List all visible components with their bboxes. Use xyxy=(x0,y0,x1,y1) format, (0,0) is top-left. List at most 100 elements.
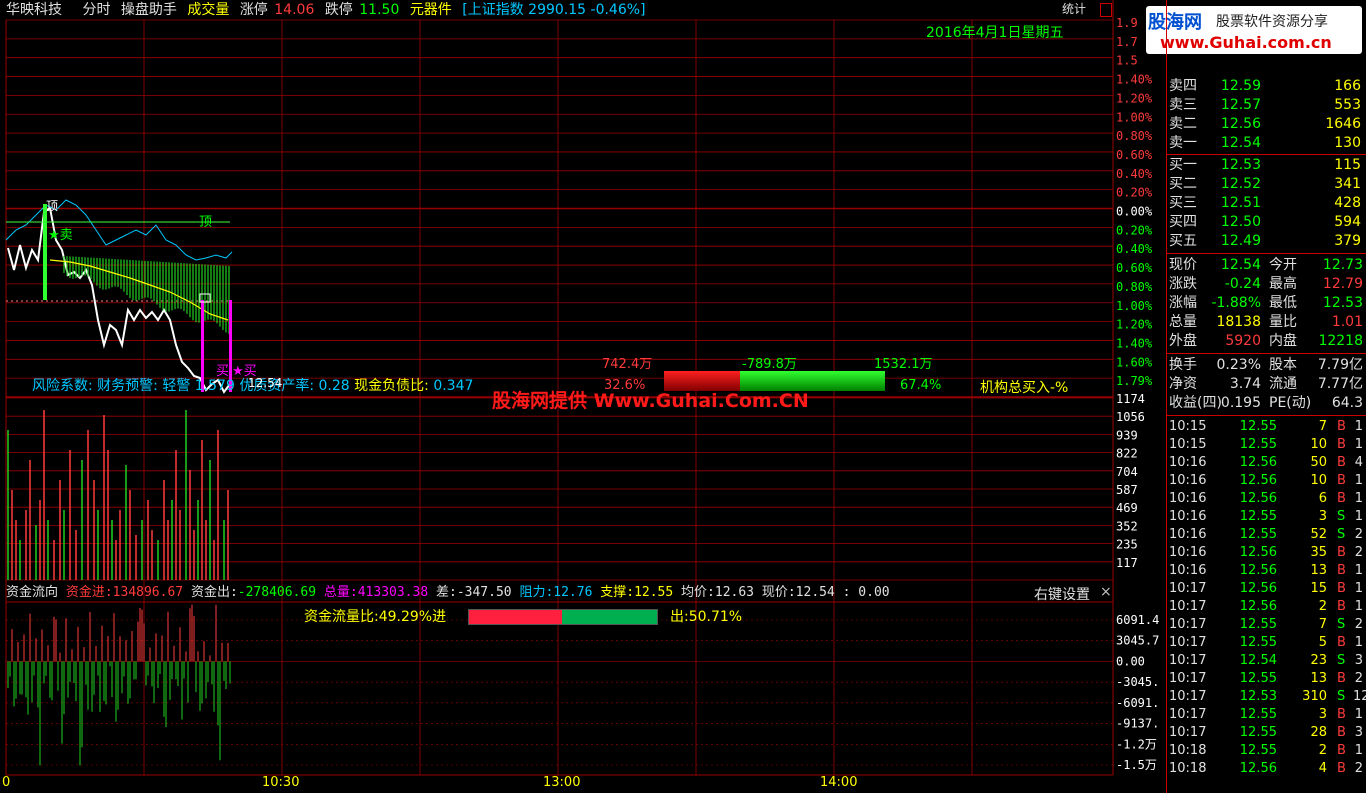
tick-row[interactable]: 10:17 12.55 28 B 3 xyxy=(1167,724,1366,742)
mode-label[interactable]: 分时 xyxy=(82,2,110,18)
tick-row[interactable]: 10:16 12.56 50 B 4 xyxy=(1167,454,1366,472)
quote-label-2: 最高 xyxy=(1269,276,1297,292)
tick-price: 12.55 xyxy=(1239,617,1277,632)
order-book-row[interactable] xyxy=(1167,58,1366,77)
quote-label-2: 今开 xyxy=(1269,257,1297,273)
tick-row[interactable]: 10:16 12.56 35 B 2 xyxy=(1167,544,1366,562)
tick-time: 10:17 xyxy=(1169,617,1207,632)
tick-price: 12.56 xyxy=(1239,455,1277,470)
tick-price: 12.55 xyxy=(1239,635,1277,650)
flow-buy-amount: 742.4万 xyxy=(602,357,653,372)
tick-side: B xyxy=(1337,473,1346,488)
tick-row[interactable]: 10:17 12.55 5 B 1 xyxy=(1167,634,1366,652)
tick-price: 12.56 xyxy=(1239,473,1277,488)
tick-side: S xyxy=(1337,509,1346,524)
tick-row[interactable]: 10:18 12.56 4 B 2 xyxy=(1167,760,1366,778)
tick-row[interactable]: 10:15 12.55 10 B 1 xyxy=(1167,436,1366,454)
tick-volume: 10 xyxy=(1310,437,1327,452)
tick-row[interactable]: 10:17 12.55 13 B 2 xyxy=(1167,670,1366,688)
tick-row[interactable]: 10:16 12.55 52 S 2 xyxy=(1167,526,1366,544)
tick-time: 10:18 xyxy=(1169,743,1207,758)
chart-date: 2016年4月1日星期五 xyxy=(926,25,1064,41)
order-book-row[interactable]: 买一 12.53 115 xyxy=(1167,156,1366,175)
order-price: 12.49 xyxy=(1220,233,1261,249)
close-icon[interactable]: × xyxy=(1100,584,1112,600)
order-book-row[interactable]: 买三 12.51 428 xyxy=(1167,194,1366,213)
order-book-row[interactable]: 卖四 12.59 166 xyxy=(1167,77,1366,96)
top-label: 顶 xyxy=(199,215,213,230)
order-book-row[interactable]: 卖二 12.56 1646 xyxy=(1167,115,1366,134)
price-axis-label: 0.20% xyxy=(1116,186,1153,200)
tick-count: 1 xyxy=(1354,437,1363,452)
quote-value-2: 1.01 xyxy=(1331,314,1363,330)
outflow-label: 资金出: xyxy=(190,585,238,600)
index-quote[interactable]: [上证指数 2990.15 -0.46%] xyxy=(462,2,645,18)
tick-time: 10:17 xyxy=(1169,599,1207,614)
order-book-row[interactable]: 买五 12.49 379 xyxy=(1167,232,1366,251)
price-axis-label: 1.79% xyxy=(1116,374,1153,388)
price-axis-label: 0.40% xyxy=(1116,167,1153,181)
flow-total-amount: 1532.1万 xyxy=(874,357,933,372)
tick-time: 10:17 xyxy=(1169,671,1207,686)
tick-side: B xyxy=(1337,707,1346,722)
tick-row[interactable]: 10:16 12.56 6 B 1 xyxy=(1167,490,1366,508)
sector-label[interactable]: 元器件 xyxy=(410,2,452,18)
tick-row[interactable]: 10:17 12.56 15 B 1 xyxy=(1167,580,1366,598)
tick-volume: 3 xyxy=(1318,707,1327,722)
fundamental-row: 换手 0.23% 股本 7.79亿 xyxy=(1167,356,1366,375)
quality-value: 0.28 xyxy=(318,378,350,394)
tick-count: 2 xyxy=(1354,617,1363,632)
tick-row[interactable]: 10:17 12.56 2 B 1 xyxy=(1167,598,1366,616)
tick-side: B xyxy=(1337,563,1346,578)
order-book-row[interactable]: 卖一 12.54 130 xyxy=(1167,134,1366,153)
fundamental-value: 0.195 xyxy=(1220,395,1261,411)
tick-side: B xyxy=(1337,437,1346,452)
tick-volume: 4 xyxy=(1318,761,1327,776)
tick-time: 10:16 xyxy=(1169,491,1207,506)
order-book-row[interactable]: 卖三 12.57 553 xyxy=(1167,96,1366,115)
quote-row: 现价 12.54 今开 12.73 xyxy=(1167,256,1366,275)
fundamental-label: 换手 xyxy=(1169,357,1197,373)
order-price: 12.52 xyxy=(1220,176,1261,192)
tick-volume: 2 xyxy=(1318,599,1327,614)
fundamental-value: 3.74 xyxy=(1229,376,1261,392)
price-axis-label: 1.5 xyxy=(1116,54,1138,68)
price-axis-label: 0.40% xyxy=(1116,242,1153,256)
tick-time: 10:16 xyxy=(1169,563,1207,578)
quote-label: 总量 xyxy=(1169,314,1197,330)
tick-side: B xyxy=(1337,761,1346,776)
quote-value: -0.24 xyxy=(1224,276,1261,292)
tick-count: 2 xyxy=(1354,761,1363,776)
money-axis-label: 6091.4 xyxy=(1116,613,1159,627)
tick-volume: 28 xyxy=(1310,725,1327,740)
tick-row[interactable]: 10:16 12.55 3 S 1 xyxy=(1167,508,1366,526)
fundamental-row: 收益(四) 0.195 PE(动) 64.3 xyxy=(1167,394,1366,413)
tick-volume: 3 xyxy=(1318,509,1327,524)
price-axis-label: 1.9 xyxy=(1116,16,1138,30)
tick-row[interactable]: 10:16 12.56 13 B 1 xyxy=(1167,562,1366,580)
total-value: 413303.38 xyxy=(357,585,429,600)
tick-count: 2 xyxy=(1354,545,1363,560)
volume-axis-label: 587 xyxy=(1116,483,1138,497)
tick-count: 1 xyxy=(1354,743,1363,758)
helper-label[interactable]: 操盘助手 xyxy=(121,2,177,18)
tick-count: 1 xyxy=(1354,473,1363,488)
volume-axis-label: 117 xyxy=(1116,556,1138,570)
tick-row[interactable]: 10:17 12.55 7 S 2 xyxy=(1167,616,1366,634)
tick-row[interactable]: 10:17 12.53 310 S 12 xyxy=(1167,688,1366,706)
tick-time: 10:17 xyxy=(1169,689,1207,704)
scroll-up-button[interactable] xyxy=(1100,3,1112,17)
order-book-row[interactable]: 买二 12.52 341 xyxy=(1167,175,1366,194)
tick-row[interactable]: 10:15 12.55 7 B 1 xyxy=(1167,418,1366,436)
order-book-row[interactable]: 买四 12.50 594 xyxy=(1167,213,1366,232)
stats-button[interactable]: 统计 xyxy=(1062,0,1098,18)
order-volume: 341 xyxy=(1334,176,1361,192)
tick-row[interactable]: 10:16 12.56 10 B 1 xyxy=(1167,472,1366,490)
average-value: 12.63 xyxy=(714,585,755,600)
right-click-settings[interactable]: 右键设置 xyxy=(1034,584,1090,604)
tick-row[interactable]: 10:17 12.55 3 B 1 xyxy=(1167,706,1366,724)
tick-row[interactable]: 10:18 12.55 2 B 1 xyxy=(1167,742,1366,760)
tick-row[interactable]: 10:17 12.54 23 S 3 xyxy=(1167,652,1366,670)
order-price: 12.59 xyxy=(1220,78,1261,94)
order-volume: 594 xyxy=(1334,214,1361,230)
